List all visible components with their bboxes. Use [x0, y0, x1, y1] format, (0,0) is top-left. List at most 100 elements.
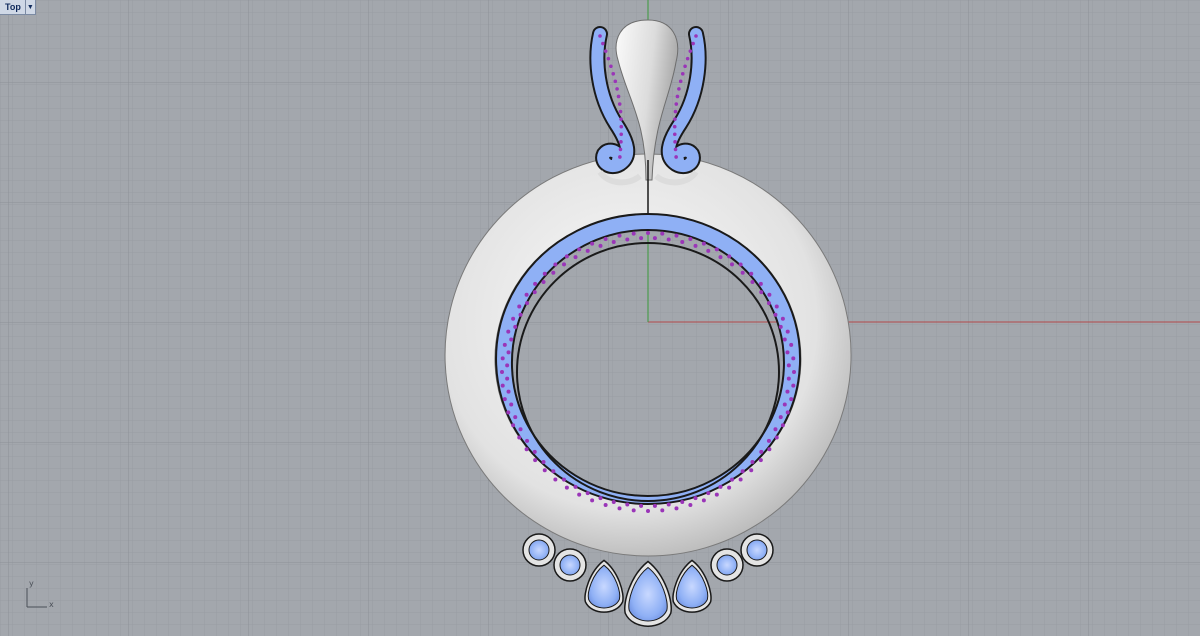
pave-bead [666, 502, 671, 507]
pave-bead [674, 233, 679, 238]
round-gem[interactable] [528, 539, 550, 561]
pave-bead [646, 231, 650, 235]
pave-bead [646, 509, 650, 513]
pave-bead [792, 370, 796, 374]
pave-bead [727, 485, 732, 490]
pave-bead [789, 397, 794, 402]
round-gem[interactable] [559, 554, 581, 576]
viewport-menu-dropdown-icon[interactable]: ▼ [24, 0, 35, 14]
pave-bead [673, 117, 677, 121]
viewport-name[interactable]: Top [0, 0, 25, 14]
pave-bead [619, 124, 624, 129]
pave-bead [603, 503, 608, 508]
pave-bead [773, 312, 778, 317]
pave-bead [617, 102, 622, 106]
pave-bead [718, 484, 723, 489]
pave-bead [767, 447, 772, 452]
pave-bead [674, 102, 679, 106]
pave-bead [598, 243, 603, 248]
pave-bead [506, 329, 511, 334]
pave-bead [780, 316, 785, 321]
pave-bead [774, 435, 779, 440]
pave-bead [652, 503, 657, 508]
pave-bead [729, 477, 734, 482]
viewport-title-tab[interactable]: Top ▼ [0, 0, 36, 15]
pave-bead [727, 254, 732, 259]
pave-bead [532, 290, 537, 295]
pave-bead [509, 337, 514, 342]
pave-bead [759, 449, 764, 454]
pave-bead [542, 468, 547, 473]
pave-bead [773, 427, 778, 432]
pave-bead [674, 506, 679, 511]
pave-bead [673, 147, 678, 152]
pave-bead [785, 350, 790, 355]
pave-bead [506, 389, 511, 394]
axis-indicator: y x [20, 578, 60, 614]
pave-bead [778, 415, 783, 420]
pave-bead [524, 292, 529, 297]
pave-bead [541, 459, 546, 464]
pave-bead [785, 410, 790, 415]
model-canvas[interactable] [0, 0, 1200, 636]
top-viewport[interactable]: Top ▼ y x [0, 0, 1200, 636]
pave-bead [564, 254, 569, 259]
pave-bead [740, 270, 745, 275]
pave-bead [585, 491, 590, 496]
pave-bead [533, 281, 538, 286]
pave-bead [666, 237, 671, 242]
pave-bead [750, 280, 755, 285]
pave-bead [573, 255, 578, 260]
pave-bead [598, 34, 602, 38]
pave-bead [693, 496, 698, 501]
pave-bead [585, 248, 590, 253]
pave-bead [786, 363, 791, 368]
pave-bead [613, 79, 618, 84]
pave-bead [513, 324, 518, 329]
pave-bead [511, 423, 516, 428]
pave-bead [631, 231, 636, 236]
pave-bead [598, 496, 603, 501]
pave-bead [758, 281, 763, 286]
pave-bead [767, 292, 772, 297]
pave-bead [619, 117, 623, 121]
pave-bead [500, 356, 505, 361]
pave-bead [683, 64, 687, 69]
pave-bead [611, 72, 616, 76]
round-gem[interactable] [746, 539, 768, 561]
pave-bead [729, 262, 734, 267]
pave-bead [738, 262, 743, 267]
pave-bead [639, 503, 644, 508]
pave-bead [551, 270, 556, 275]
pave-bead [606, 56, 611, 61]
pave-bead [573, 484, 578, 489]
pave-bead [714, 247, 719, 252]
pave-bead [562, 262, 567, 267]
pave-bead [678, 79, 683, 84]
pave-bead [609, 64, 613, 69]
pave-bead [780, 423, 785, 428]
pave-bead [509, 402, 514, 407]
pave-bead [786, 376, 791, 381]
pave-bead [785, 329, 790, 334]
pave-bead [601, 41, 605, 46]
pave-bead [706, 248, 711, 253]
pave-bead [688, 49, 693, 53]
pave-bead [691, 41, 695, 46]
pave-bead [618, 147, 623, 152]
pave-bead [617, 233, 622, 238]
pave-bead [603, 49, 608, 53]
pave-bead [701, 498, 706, 503]
pave-bead [505, 363, 510, 368]
pave-bead [541, 280, 546, 285]
pave-bead [672, 132, 677, 137]
round-gem[interactable] [716, 554, 738, 576]
pave-bead [513, 415, 518, 420]
axis-indicator-lines [26, 588, 47, 608]
pave-bead [525, 438, 530, 443]
pave-bead [675, 94, 680, 99]
pave-bead [564, 485, 569, 490]
pave-bead [789, 342, 794, 347]
pave-bead [577, 247, 582, 252]
pave-bead [603, 236, 608, 241]
